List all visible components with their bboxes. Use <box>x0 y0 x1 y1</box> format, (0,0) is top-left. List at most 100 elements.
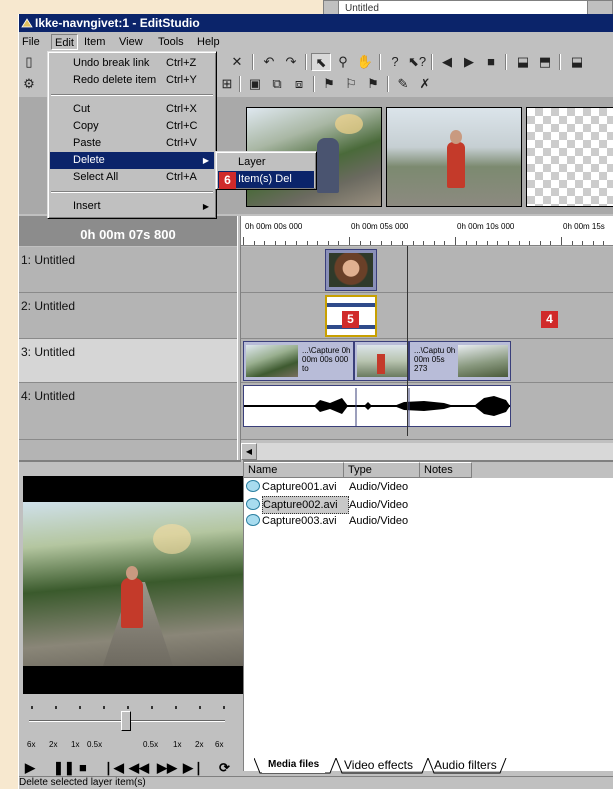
undo-icon[interactable]: ↶ <box>259 53 279 71</box>
menu-delete[interactable]: Delete ▶ <box>50 152 214 169</box>
rewind-icon[interactable]: ◀ <box>437 53 457 71</box>
media-file-icon <box>246 480 260 492</box>
settings-icon[interactable]: ⚙ <box>19 75 39 93</box>
layer-list-filler <box>19 440 237 460</box>
speed-label: 0.5x <box>87 740 103 749</box>
ruler-label: 0h 00m 05s 000 <box>351 222 409 231</box>
track-3[interactable]: ...\Capture 0h 00m 00s 000 to ...\Captu … <box>241 339 613 383</box>
help-icon[interactable]: ? <box>385 53 405 71</box>
menu-shortcut: Ctrl+Z <box>166 57 197 69</box>
column-notes[interactable]: Notes <box>420 462 472 478</box>
audio-clip[interactable] <box>243 385 511 427</box>
zoom-icon[interactable]: ⚲ <box>333 53 353 71</box>
media-type: Audio/Video <box>349 499 409 511</box>
context-help-icon[interactable]: ⬉? <box>407 53 427 71</box>
remove-icon[interactable]: ✗ <box>415 75 435 93</box>
play-icon[interactable]: ▶ <box>25 760 35 776</box>
toolbar-separator <box>379 54 381 70</box>
menu-help[interactable]: Help <box>194 34 223 50</box>
speed-label: 1x <box>71 740 80 749</box>
video-clip[interactable]: ...\Capture 0h 00m 00s 000 to <box>243 341 354 381</box>
stop-icon[interactable]: ■ <box>79 760 87 775</box>
media-row[interactable]: Capture001.avi Audio/Video <box>246 479 408 495</box>
column-name[interactable]: Name <box>244 462 344 478</box>
effect-a-icon[interactable]: ⚑ <box>319 75 339 93</box>
audio-waveform <box>244 388 510 426</box>
speed-label: 1x <box>173 740 182 749</box>
menu-paste[interactable]: Paste Ctrl+V <box>50 135 214 152</box>
track-2[interactable]: 5 4 <box>241 293 613 339</box>
hand-tool-icon[interactable]: ✋ <box>355 53 375 71</box>
clip-portrait[interactable] <box>325 249 377 291</box>
speed-label: 2x <box>49 740 58 749</box>
trim-icon[interactable]: ⬓ <box>567 53 587 71</box>
preview-thumbnail-empty[interactable] <box>526 107 613 207</box>
menu-copy[interactable]: Copy Ctrl+C <box>50 118 214 135</box>
menu-view[interactable]: View <box>116 34 146 50</box>
new-icon[interactable]: ▯ <box>19 53 39 71</box>
ruler-tick <box>486 241 488 245</box>
track-4[interactable] <box>241 383 613 440</box>
tab-media-files[interactable]: Media files <box>262 758 326 773</box>
jog-shuttle[interactable]: 6x 2x 1x 0.5x 0.5x 1x 2x 6x <box>19 700 241 760</box>
title-bar[interactable]: Ikke-navngivet:1 - EditStudio <box>19 14 613 32</box>
redo-icon[interactable]: ↷ <box>281 53 301 71</box>
tab-audio-filters[interactable]: Audio filters <box>428 758 503 773</box>
ruler-tick <box>338 241 340 245</box>
layer-label-3[interactable]: 3: Untitled <box>19 339 237 383</box>
scroll-left-icon[interactable]: ◀ <box>241 443 257 460</box>
column-type[interactable]: Type <box>344 462 420 478</box>
timeline-horizontal-scrollbar[interactable]: ◀ <box>241 443 613 460</box>
effect-b-icon[interactable]: ⚐ <box>341 75 361 93</box>
menu-file[interactable]: File <box>19 34 43 50</box>
toolbar-separator <box>252 54 254 70</box>
go-start-icon[interactable]: ❘◀ <box>103 760 124 776</box>
split-right-icon[interactable]: ⬒ <box>535 53 555 71</box>
ruler-tick <box>561 237 562 245</box>
menu-redo-delete-item[interactable]: Redo delete item Ctrl+Y <box>50 72 214 89</box>
menu-select-all[interactable]: Select All Ctrl+A <box>50 169 214 186</box>
play-icon[interactable]: ▶ <box>459 53 479 71</box>
ruler-tick <box>444 241 446 245</box>
stop-icon[interactable]: ■ <box>481 53 501 71</box>
pointer-tool-icon[interactable]: ⬉ <box>311 53 331 71</box>
video-clip[interactable]: ...\Captu 0h 00m 05s 273 <box>409 341 511 381</box>
layer-move-icon[interactable]: ⧈ <box>289 75 309 93</box>
delete-x-icon[interactable]: ✕ <box>227 53 247 71</box>
media-row[interactable]: Capture003.avi Audio/Video <box>246 513 408 529</box>
menu-cut[interactable]: Cut Ctrl+X <box>50 101 214 118</box>
layer-label-4[interactable]: 4: Untitled <box>19 383 237 440</box>
fast-forward-icon[interactable]: ▶▶ <box>157 760 177 776</box>
menu-insert[interactable]: Insert ▶ <box>50 198 214 215</box>
rewind-icon[interactable]: ◀◀ <box>129 760 149 776</box>
layer-add-icon[interactable]: ▣ <box>245 75 265 93</box>
properties-icon[interactable]: ⊞ <box>217 75 237 93</box>
edit-icon[interactable]: ✎ <box>393 75 413 93</box>
layer-label-1[interactable]: 1: Untitled <box>19 247 237 293</box>
ruler-tick <box>465 241 467 245</box>
playhead[interactable] <box>407 246 408 436</box>
ruler-label: 0h 00m 15s <box>563 222 605 231</box>
tab-video-effects[interactable]: Video effects <box>338 758 419 773</box>
loop-icon[interactable]: ⟳ <box>219 760 230 776</box>
submenu-arrow-icon: ▶ <box>202 202 209 211</box>
menu-tools[interactable]: Tools <box>155 34 187 50</box>
menu-undo-break-link[interactable]: Undo break link Ctrl+Z <box>50 55 214 72</box>
go-end-icon[interactable]: ▶❘ <box>183 760 204 776</box>
menu-edit[interactable]: Edit <box>51 34 78 50</box>
split-left-icon[interactable]: ⬓ <box>513 53 533 71</box>
time-ruler[interactable]: 0h 00m 00s 000 0h 00m 05s 000 0h 00m 10s… <box>241 216 613 246</box>
jog-tick <box>79 706 81 709</box>
layer-label-2[interactable]: 2: Untitled <box>19 293 237 339</box>
media-row-selected[interactable]: Capture002.avi Audio/Video <box>246 496 409 514</box>
jog-slider-handle[interactable] <box>121 711 131 731</box>
effect-c-icon[interactable]: ⚑ <box>363 75 383 93</box>
menu-delete-layer[interactable]: Layer <box>218 154 314 171</box>
video-clip[interactable] <box>354 341 409 381</box>
menu-item[interactable]: Item <box>81 34 108 50</box>
layer-stack-icon[interactable]: ⧉ <box>267 75 287 93</box>
preview-thumbnail[interactable] <box>386 107 522 207</box>
ruler-tick <box>592 241 594 245</box>
track-1[interactable] <box>241 247 613 293</box>
pause-icon[interactable]: ❚❚ <box>53 760 75 776</box>
